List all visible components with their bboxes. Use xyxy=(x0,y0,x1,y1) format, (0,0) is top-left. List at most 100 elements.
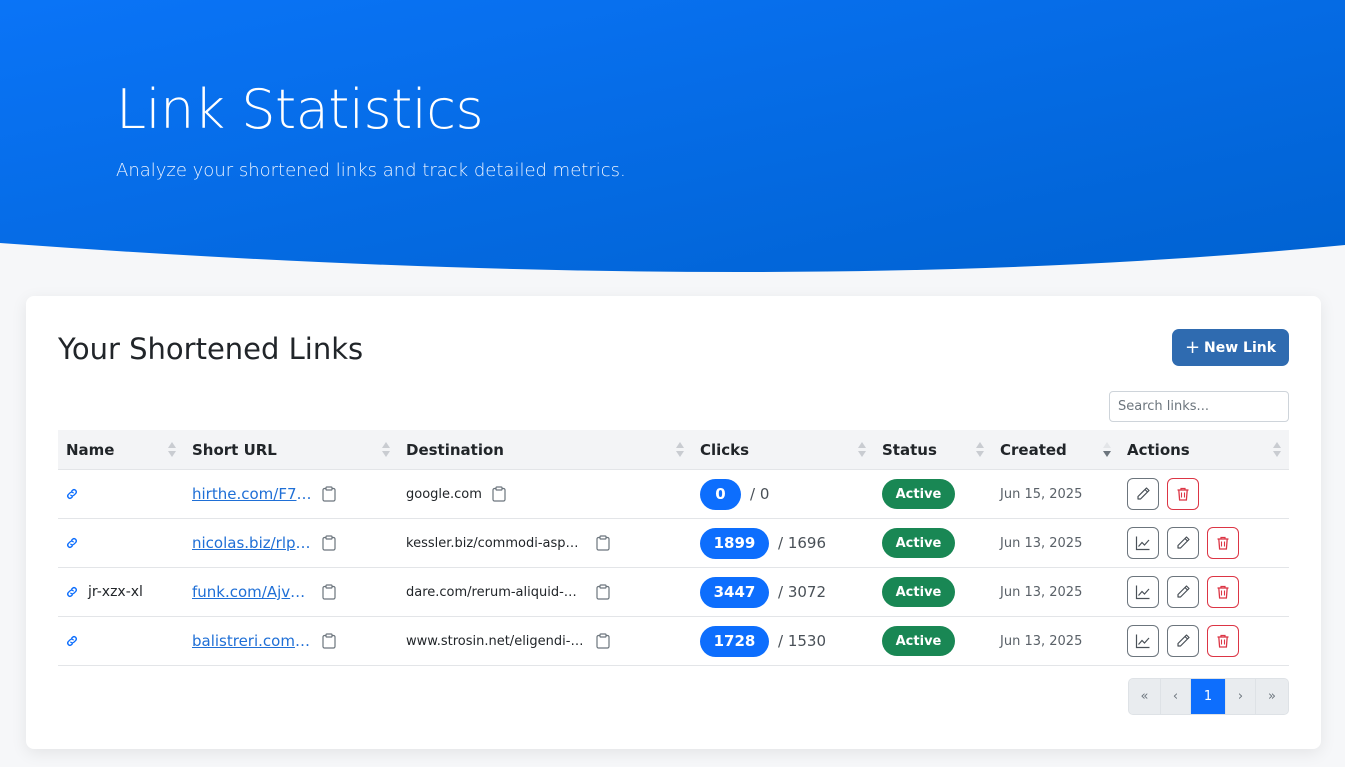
table-header: Name Short URL Destination Clicks Status… xyxy=(58,430,1289,470)
column-header-actions[interactable]: Actions xyxy=(1119,430,1289,470)
destination-cell: dare.com/rerum-aliquid-al... xyxy=(398,568,692,617)
edit-button[interactable] xyxy=(1167,576,1199,608)
status-cell: Active xyxy=(874,568,992,617)
name-cell: jr-xzx-xl xyxy=(58,568,184,617)
link-icon xyxy=(66,586,78,598)
short-url-cell: nicolas.biz/rlpe... xyxy=(184,519,398,568)
created-cell: Jun 13, 2025 xyxy=(992,519,1119,568)
stats-button[interactable] xyxy=(1127,625,1159,657)
pagination-prev[interactable]: ‹ xyxy=(1161,679,1191,714)
table-row: nicolas.biz/rlpe... kessler.biz/commodi-a… xyxy=(58,519,1289,568)
clipboard-icon[interactable] xyxy=(322,486,336,502)
destination-cell: www.strosin.net/eligendi-f... xyxy=(398,617,692,666)
column-header-name[interactable]: Name xyxy=(58,430,184,470)
hero-banner: Link Statistics Analyze your shortened l… xyxy=(0,0,1345,290)
link-name: jr-xzx-xl xyxy=(88,584,143,600)
status-cell: Active xyxy=(874,470,992,519)
clicks-cell: 0 / 0 xyxy=(692,470,874,519)
table-row: jr-xzx-xl funk.com/Ajvsv... dare.com/rerum… xyxy=(58,568,1289,617)
short-url-link[interactable]: hirthe.com/F7R... xyxy=(192,485,312,503)
short-url-link[interactable]: funk.com/Ajvsv... xyxy=(192,583,312,601)
created-cell: Jun 15, 2025 xyxy=(992,470,1119,519)
edit-button[interactable] xyxy=(1167,527,1199,559)
column-header-destination[interactable]: Destination xyxy=(398,430,692,470)
clicks-total: / 0 xyxy=(750,485,770,503)
short-url-cell: balistreri.com/... xyxy=(184,617,398,666)
pagination-first[interactable]: « xyxy=(1129,679,1161,714)
clicks-badge: 1728 xyxy=(700,625,769,657)
created-date: Jun 13, 2025 xyxy=(1000,535,1083,551)
pagination-last[interactable]: » xyxy=(1256,679,1288,714)
status-badge: Active xyxy=(882,479,955,509)
clicks-badge: 3447 xyxy=(700,576,769,608)
stats-button[interactable] xyxy=(1127,527,1159,559)
stats-button[interactable] xyxy=(1127,576,1159,608)
sort-icon xyxy=(1273,441,1281,458)
column-header-clicks[interactable]: Clicks xyxy=(692,430,874,470)
name-cell xyxy=(58,470,184,519)
destination-text: dare.com/rerum-aliquid-al... xyxy=(406,584,584,600)
clipboard-icon[interactable] xyxy=(322,584,336,600)
name-cell xyxy=(58,617,184,666)
delete-button[interactable] xyxy=(1167,478,1199,510)
status-cell: Active xyxy=(874,617,992,666)
pagination-next[interactable]: › xyxy=(1226,679,1256,714)
section-title: Your Shortened Links xyxy=(58,332,364,366)
page-subtitle: Analyze your shortened links and track d… xyxy=(116,160,626,181)
search-input[interactable] xyxy=(1109,391,1289,422)
pencil-icon xyxy=(1175,584,1191,600)
delete-button[interactable] xyxy=(1207,625,1239,657)
edit-button[interactable] xyxy=(1127,478,1159,510)
clipboard-icon[interactable] xyxy=(596,535,610,551)
line-chart-icon xyxy=(1135,535,1151,551)
created-date: Jun 13, 2025 xyxy=(1000,633,1083,649)
short-url-link[interactable]: nicolas.biz/rlpe... xyxy=(192,534,312,552)
clicks-cell: 1728 / 1530 xyxy=(692,617,874,666)
destination-cell: kessler.biz/commodi-aspe... xyxy=(398,519,692,568)
created-cell: Jun 13, 2025 xyxy=(992,568,1119,617)
destination-cell: google.com xyxy=(398,470,692,519)
trash-icon xyxy=(1215,633,1231,649)
actions-cell xyxy=(1119,470,1289,519)
link-icon xyxy=(66,537,78,549)
clipboard-icon[interactable] xyxy=(596,584,610,600)
clipboard-icon[interactable] xyxy=(322,633,336,649)
sort-icon xyxy=(976,441,984,458)
trash-icon xyxy=(1215,535,1231,551)
destination-text: www.strosin.net/eligendi-f... xyxy=(406,633,584,649)
clicks-badge: 0 xyxy=(700,478,741,510)
table-row: balistreri.com/... www.strosin.net/eligen… xyxy=(58,617,1289,666)
hero-background xyxy=(0,0,1345,273)
delete-button[interactable] xyxy=(1207,527,1239,559)
created-date: Jun 13, 2025 xyxy=(1000,584,1083,600)
clicks-cell: 1899 / 1696 xyxy=(692,519,874,568)
sort-icon xyxy=(676,441,684,458)
clipboard-icon[interactable] xyxy=(596,633,610,649)
status-badge: Active xyxy=(882,577,955,607)
clicks-badge: 1899 xyxy=(700,527,769,559)
destination-text: google.com xyxy=(406,486,482,502)
actions-cell xyxy=(1119,568,1289,617)
trash-icon xyxy=(1175,486,1191,502)
pencil-icon xyxy=(1175,535,1191,551)
column-header-short-url[interactable]: Short URL xyxy=(184,430,398,470)
delete-button[interactable] xyxy=(1207,576,1239,608)
clipboard-icon[interactable] xyxy=(492,486,506,502)
clipboard-icon[interactable] xyxy=(322,535,336,551)
page-title: Link Statistics xyxy=(116,78,484,141)
edit-button[interactable] xyxy=(1167,625,1199,657)
short-url-cell: funk.com/Ajvsv... xyxy=(184,568,398,617)
column-header-created[interactable]: Created xyxy=(992,430,1119,470)
short-url-link[interactable]: balistreri.com/... xyxy=(192,632,312,650)
new-link-button[interactable]: + New Link xyxy=(1172,329,1289,366)
name-cell xyxy=(58,519,184,568)
links-table: Name Short URL Destination Clicks Status… xyxy=(58,430,1289,666)
pagination-page-current[interactable]: 1 xyxy=(1191,679,1226,714)
line-chart-icon xyxy=(1135,633,1151,649)
created-cell: Jun 13, 2025 xyxy=(992,617,1119,666)
column-header-status[interactable]: Status xyxy=(874,430,992,470)
trash-icon xyxy=(1215,584,1231,600)
clicks-total: / 1530 xyxy=(778,632,826,650)
destination-text: kessler.biz/commodi-aspe... xyxy=(406,535,584,551)
clicks-total: / 3072 xyxy=(778,583,826,601)
